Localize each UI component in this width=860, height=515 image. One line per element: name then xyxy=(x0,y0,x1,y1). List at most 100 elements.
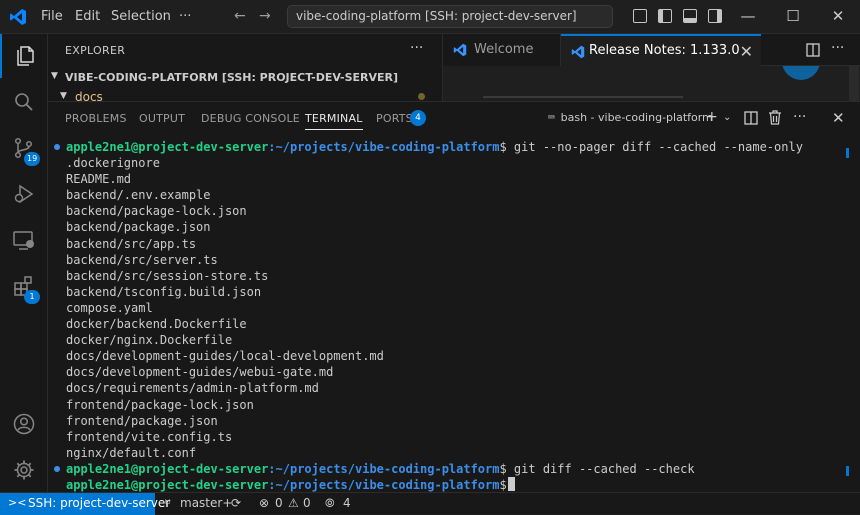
command-decoration-dot xyxy=(54,465,60,472)
explorer-activity[interactable] xyxy=(0,34,48,78)
terminal-output-line: docs/development-guides/local-developmen… xyxy=(66,349,384,364)
warning-count[interactable]: 0 xyxy=(303,496,311,510)
chevron-down-icon[interactable]: ⌄ xyxy=(723,112,731,123)
root-folder-row[interactable]: ▼ VIBE-CODING-PLATFORM [SSH: PROJECT-DEV… xyxy=(48,68,442,90)
scrollbar-mark xyxy=(846,466,849,476)
source-control-activity[interactable]: 19 xyxy=(0,126,48,170)
terminal-output-line: compose.yaml xyxy=(66,300,153,315)
gear-icon xyxy=(14,460,34,480)
tab-welcome-label: Welcome xyxy=(474,42,534,57)
back-arrow-icon[interactable]: ← xyxy=(234,8,246,24)
ports-count-badge: 4 xyxy=(410,110,426,126)
minimize-icon[interactable]: — xyxy=(733,7,763,25)
menu-selection[interactable]: Selection xyxy=(111,9,171,24)
terminal-output-line: frontend/package-lock.json xyxy=(66,397,254,412)
tab-welcome[interactable]: Welcome xyxy=(443,34,561,66)
explorer-sidebar: EXPLORER ··· ▼ VIBE-CODING-PLATFORM [SSH… xyxy=(48,34,443,101)
menu-more[interactable]: ··· xyxy=(179,9,191,24)
remote-icon: >< xyxy=(8,496,27,509)
terminal-output-line: backend/src/app.ts xyxy=(66,236,197,251)
vscode-logo-icon xyxy=(10,9,26,25)
branch-label[interactable]: master+ xyxy=(180,496,232,510)
warning-icon: ⚠ xyxy=(288,496,299,510)
menu-edit[interactable]: Edit xyxy=(75,9,100,24)
prompt-path: :~/projects/vibe-coding-platform xyxy=(268,477,500,492)
toggle-primary-sidebar-icon[interactable] xyxy=(658,9,672,23)
chevron-down-icon: ▼ xyxy=(60,91,67,101)
terminal-prompt-line: apple2ne1@project-dev-server:~/projects/… xyxy=(66,476,841,493)
manage-activity[interactable] xyxy=(0,448,48,492)
terminal-output-line: README.md xyxy=(66,172,132,187)
ports-icon: ⦾ xyxy=(325,496,335,510)
error-count[interactable]: 0 xyxy=(275,496,283,510)
sync-icon[interactable]: ⟳ xyxy=(231,496,241,510)
terminal-name-label: bash - vibe-coding-platform xyxy=(560,111,713,124)
command-center-search[interactable]: vibe-coding-platform [SSH: project-dev-s… xyxy=(287,5,613,28)
terminal-output-line: docs/requirements/admin-platform.md xyxy=(66,381,319,396)
error-icon: ⊗ xyxy=(259,496,270,510)
source-control-badge: 19 xyxy=(24,152,41,166)
split-editor-icon[interactable] xyxy=(806,43,820,57)
terminal-icon: ⌨ xyxy=(548,111,555,124)
branch-icon: ⑂ xyxy=(164,496,172,510)
terminal-scrollbar[interactable] xyxy=(846,144,849,476)
forward-arrow-icon[interactable]: → xyxy=(259,8,271,24)
root-folder-label: VIBE-CODING-PLATFORM [SSH: PROJECT-DEV-S… xyxy=(65,71,399,84)
command-decoration-dot xyxy=(54,144,60,150)
terminal-output-line: backend/.env.example xyxy=(66,188,211,203)
tab-debug-console[interactable]: DEBUG CONSOLE xyxy=(201,112,300,125)
prompt-path: :~/projects/vibe-coding-platform xyxy=(268,461,500,476)
maximize-icon[interactable]: ☐ xyxy=(778,7,808,25)
panel-more-actions-icon[interactable]: ··· xyxy=(793,109,806,125)
customize-layout-icon[interactable] xyxy=(633,9,647,23)
prompt-path: :~/projects/vibe-coding-platform xyxy=(268,140,500,154)
chevron-down-icon: ▼ xyxy=(51,71,58,81)
trash-icon[interactable] xyxy=(768,110,782,125)
menu-file[interactable]: File xyxy=(41,9,63,24)
editor-more-actions-icon[interactable]: ··· xyxy=(831,40,844,56)
split-terminal-icon[interactable] xyxy=(744,111,758,125)
extensions-badge: 1 xyxy=(24,290,40,304)
files-icon xyxy=(17,46,34,66)
tab-terminal[interactable]: TERMINAL xyxy=(305,112,363,130)
docs-folder-row[interactable]: ▼ docs xyxy=(48,90,442,101)
new-terminal-icon[interactable]: + xyxy=(706,109,718,125)
close-panel-icon[interactable]: ✕ xyxy=(832,109,845,127)
prompt-symbol: $ xyxy=(499,477,507,492)
close-window-icon[interactable]: ✕ xyxy=(823,7,853,25)
editor-scrollbar[interactable] xyxy=(849,66,859,101)
ports-count[interactable]: 4 xyxy=(343,496,351,510)
vscode-logo-icon xyxy=(453,43,467,57)
extensions-activity[interactable]: 1 xyxy=(0,264,48,308)
explorer-more-actions[interactable]: ··· xyxy=(410,40,423,56)
editor-tabs: Welcome Release Notes: 1.133.0 ✕ ··· xyxy=(443,34,860,66)
explorer-title: EXPLORER xyxy=(65,44,126,57)
search-activity[interactable] xyxy=(0,80,48,124)
terminal-cursor xyxy=(507,476,515,491)
prompt-user-host: apple2ne1@project-dev-server xyxy=(66,477,269,492)
run-debug-activity[interactable] xyxy=(0,172,48,216)
tab-ports[interactable]: PORTS xyxy=(376,112,413,125)
tab-release-notes[interactable]: Release Notes: 1.133.0 ✕ xyxy=(561,34,761,66)
remote-indicator[interactable]: >< SSH: project-dev-server xyxy=(0,493,170,515)
account-icon xyxy=(13,413,35,435)
terminal-output[interactable]: apple2ne1@project-dev-server:~/projects/… xyxy=(54,139,841,493)
close-icon[interactable]: ✕ xyxy=(740,42,753,61)
tab-output[interactable]: OUTPUT xyxy=(139,112,185,125)
editor-area xyxy=(443,66,860,101)
terminal-output-line: frontend/package.json xyxy=(66,413,218,428)
terminal-output-line: backend/package-lock.json xyxy=(66,204,247,219)
tab-problems[interactable]: PROBLEMS xyxy=(65,112,127,125)
terminal-command-line: apple2ne1@project-dev-server:~/projects/… xyxy=(54,139,841,155)
command-text: $ git diff --cached --check xyxy=(499,461,695,476)
toggle-secondary-sidebar-icon[interactable] xyxy=(708,9,722,23)
accounts-activity[interactable] xyxy=(0,402,48,446)
terminal-output-line: frontend/vite.config.ts xyxy=(66,429,233,444)
terminal-output-line: docker/backend.Dockerfile xyxy=(66,317,247,332)
remote-explorer-activity[interactable] xyxy=(0,218,48,262)
toggle-panel-icon[interactable] xyxy=(683,9,697,23)
terminal-output-line: .dockerignore xyxy=(66,156,160,171)
terminal-selector[interactable]: ⌨ bash - vibe-coding-platform xyxy=(548,111,713,124)
terminal-output-line: docs/development-guides/webui-gate.md xyxy=(66,365,334,380)
terminal-output-line: backend/package.json xyxy=(66,220,211,235)
